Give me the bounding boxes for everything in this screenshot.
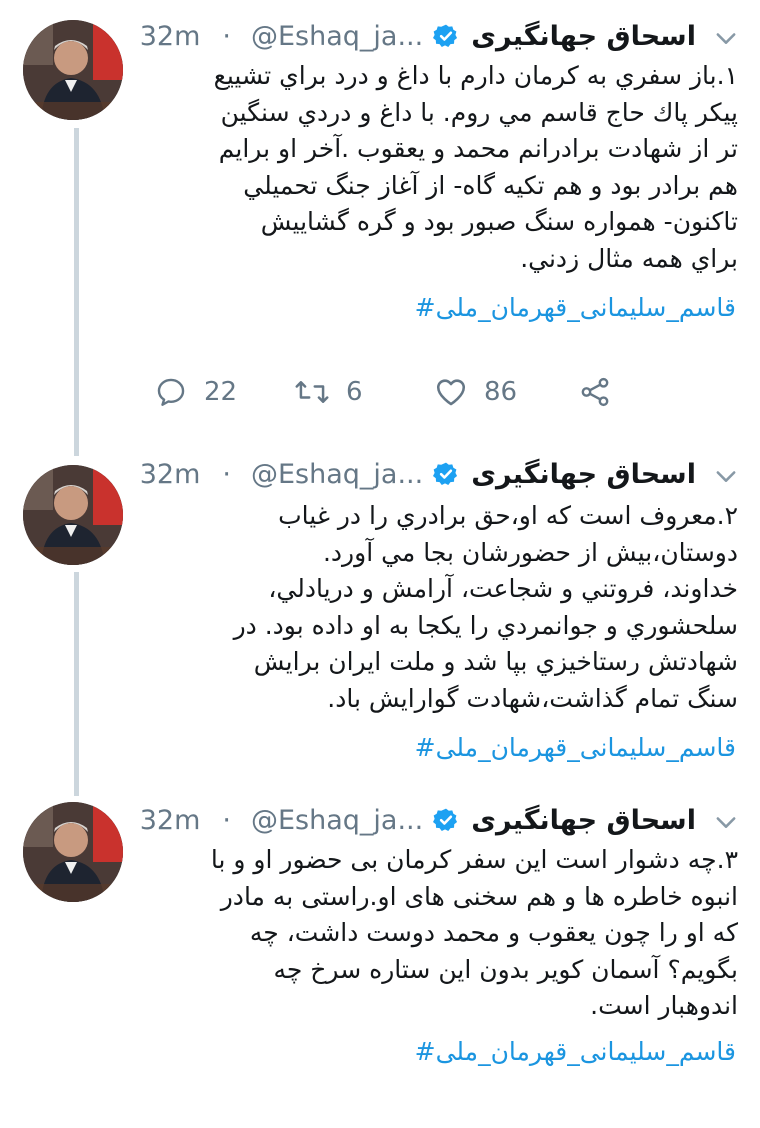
share-icon (581, 377, 609, 407)
heart-icon (436, 379, 466, 406)
reply-icon (157, 378, 185, 406)
hashtag-text[interactable]: #قاسم_سلیمانی_قهرمان_ملی (415, 730, 736, 766)
chevron-down-icon[interactable] (712, 808, 740, 836)
user-handle[interactable]: @Eshaq_ja... (251, 459, 423, 490)
tweet-header: 32m · @Eshaq_ja... اسحاق جهانگیری (140, 16, 696, 56)
tweet-text-line: تاكنون- همواره سنگ صبور بود و گره گشاييش (260, 207, 738, 236)
tweet-text-line: پيكر پاك حاج قاسم مي روم. با داغ و دردي … (220, 97, 738, 127)
tweet-text-line: شهادتش رستاخيزي بپا شد و ملت ايران برايش (253, 647, 738, 676)
tweet-text-line: که او را چون یعقوب و محمد دوست داشت، چه (249, 918, 738, 947)
tweet-text-line: براي همه مثال زدني. (520, 243, 738, 273)
tweet-text: ۱.باز سفري به كرمان دارم با داغ و درد بر… (150, 58, 738, 277)
hashtag-text[interactable]: #قاسم_سلیمانی_قهرمان_ملی (415, 290, 736, 326)
tweet-actions: 22 6 86 (150, 375, 750, 415)
tweet[interactable]: 32m · @Eshaq_ja... اسحاق جهانگیری ۱.باز … (0, 0, 760, 450)
verified-badge-icon (433, 461, 459, 487)
reply-count: 22 (204, 377, 238, 407)
tweet[interactable]: 32m · @Eshaq_ja... اسحاق جهانگیری ۳.چه د… (0, 790, 760, 1128)
retweet-button[interactable]: 6 (294, 375, 363, 409)
retweet-count: 6 (346, 377, 363, 407)
hashtag-link[interactable]: #قاسم_سلیمانی_قهرمان_ملی (150, 730, 738, 766)
display-name[interactable]: اسحاق جهانگیری (471, 805, 696, 836)
tweet-text-line: تر از شهادت برادرانم محمد و يعقوب .آخر ا… (218, 134, 738, 163)
tweet-text: ۲.معروف است كه او،حق برادري را در غياب د… (150, 498, 738, 717)
tweet-text-line: سلحشوري و جوانمردي را يكجا به او داده بو… (233, 610, 738, 640)
tweet-text: ۳.چه دشوار است این سفر کرمان بی حضور او … (150, 842, 738, 1025)
tweet-header: 32m · @Eshaq_ja... اسحاق جهانگیری (140, 800, 696, 840)
share-button[interactable] (578, 375, 628, 409)
avatar-photo (23, 20, 123, 120)
like-count: 86 (484, 377, 518, 407)
tweet-text-line: دوستان،بيش از حضورشان بجا مي آورد. (322, 537, 738, 567)
tweet-time[interactable]: 32m (140, 805, 201, 836)
like-button[interactable]: 86 (434, 375, 517, 409)
separator-dot: · (222, 804, 231, 836)
avatar-photo (23, 802, 123, 902)
tweet-text-line: انبوه خاطره ها و هم سخنی های او.راستی به… (220, 881, 738, 911)
display-name[interactable]: اسحاق جهانگیری (471, 21, 696, 52)
hashtag-link[interactable]: #قاسم_سلیمانی_قهرمان_ملی (150, 290, 738, 326)
chevron-down-icon[interactable] (712, 24, 740, 52)
avatar[interactable] (23, 802, 123, 902)
chevron-down-icon[interactable] (712, 462, 740, 490)
user-handle[interactable]: @Eshaq_ja... (251, 805, 423, 836)
tweet-text-line: ۳.چه دشوار است این سفر کرمان بی حضور او … (210, 845, 738, 874)
tweet-text-line: خداوند، فروتني و شجاعت، آرامش و دريادلي، (268, 574, 738, 603)
tweet-header: 32m · @Eshaq_ja... اسحاق جهانگیری (140, 454, 696, 494)
separator-dot: · (222, 458, 231, 490)
reply-button[interactable]: 22 (154, 375, 237, 409)
avatar[interactable] (23, 20, 123, 120)
verified-badge-icon (433, 807, 459, 833)
tweet-text-line: ۱.باز سفري به كرمان دارم با داغ و درد بر… (213, 61, 738, 90)
tweet[interactable]: 32m · @Eshaq_ja... اسحاق جهانگیری ۲.معرو… (0, 450, 760, 790)
tweet-time[interactable]: 32m (140, 459, 201, 490)
hashtag-text[interactable]: #قاسم_سلیمانی_قهرمان_ملی (415, 1034, 736, 1070)
tweet-text-line: سنگ تمام گذاشت،شهادت گوارايش باد. (327, 683, 738, 713)
display-name[interactable]: اسحاق جهانگیری (471, 459, 696, 490)
tweet-text-line: بگویم؟ آسمان کویر بدون این ستاره سرخ چه (273, 954, 738, 984)
tweet-text-line: اندوهبار است. (590, 991, 738, 1020)
hashtag-link[interactable]: #قاسم_سلیمانی_قهرمان_ملی (150, 1034, 738, 1070)
user-handle[interactable]: @Eshaq_ja... (251, 21, 423, 52)
avatar[interactable] (23, 465, 123, 565)
retweet-icon (295, 381, 329, 403)
tweet-time[interactable]: 32m (140, 21, 201, 52)
separator-dot: · (222, 20, 231, 52)
verified-badge-icon (433, 23, 459, 49)
tweet-text-line: ۲.معروف است كه او،حق برادري را در غياب (278, 501, 738, 530)
avatar-photo (23, 465, 123, 565)
tweet-text-line: هم برادر بود و هم تكيه گاه- از آغاز جنگ … (243, 170, 738, 200)
